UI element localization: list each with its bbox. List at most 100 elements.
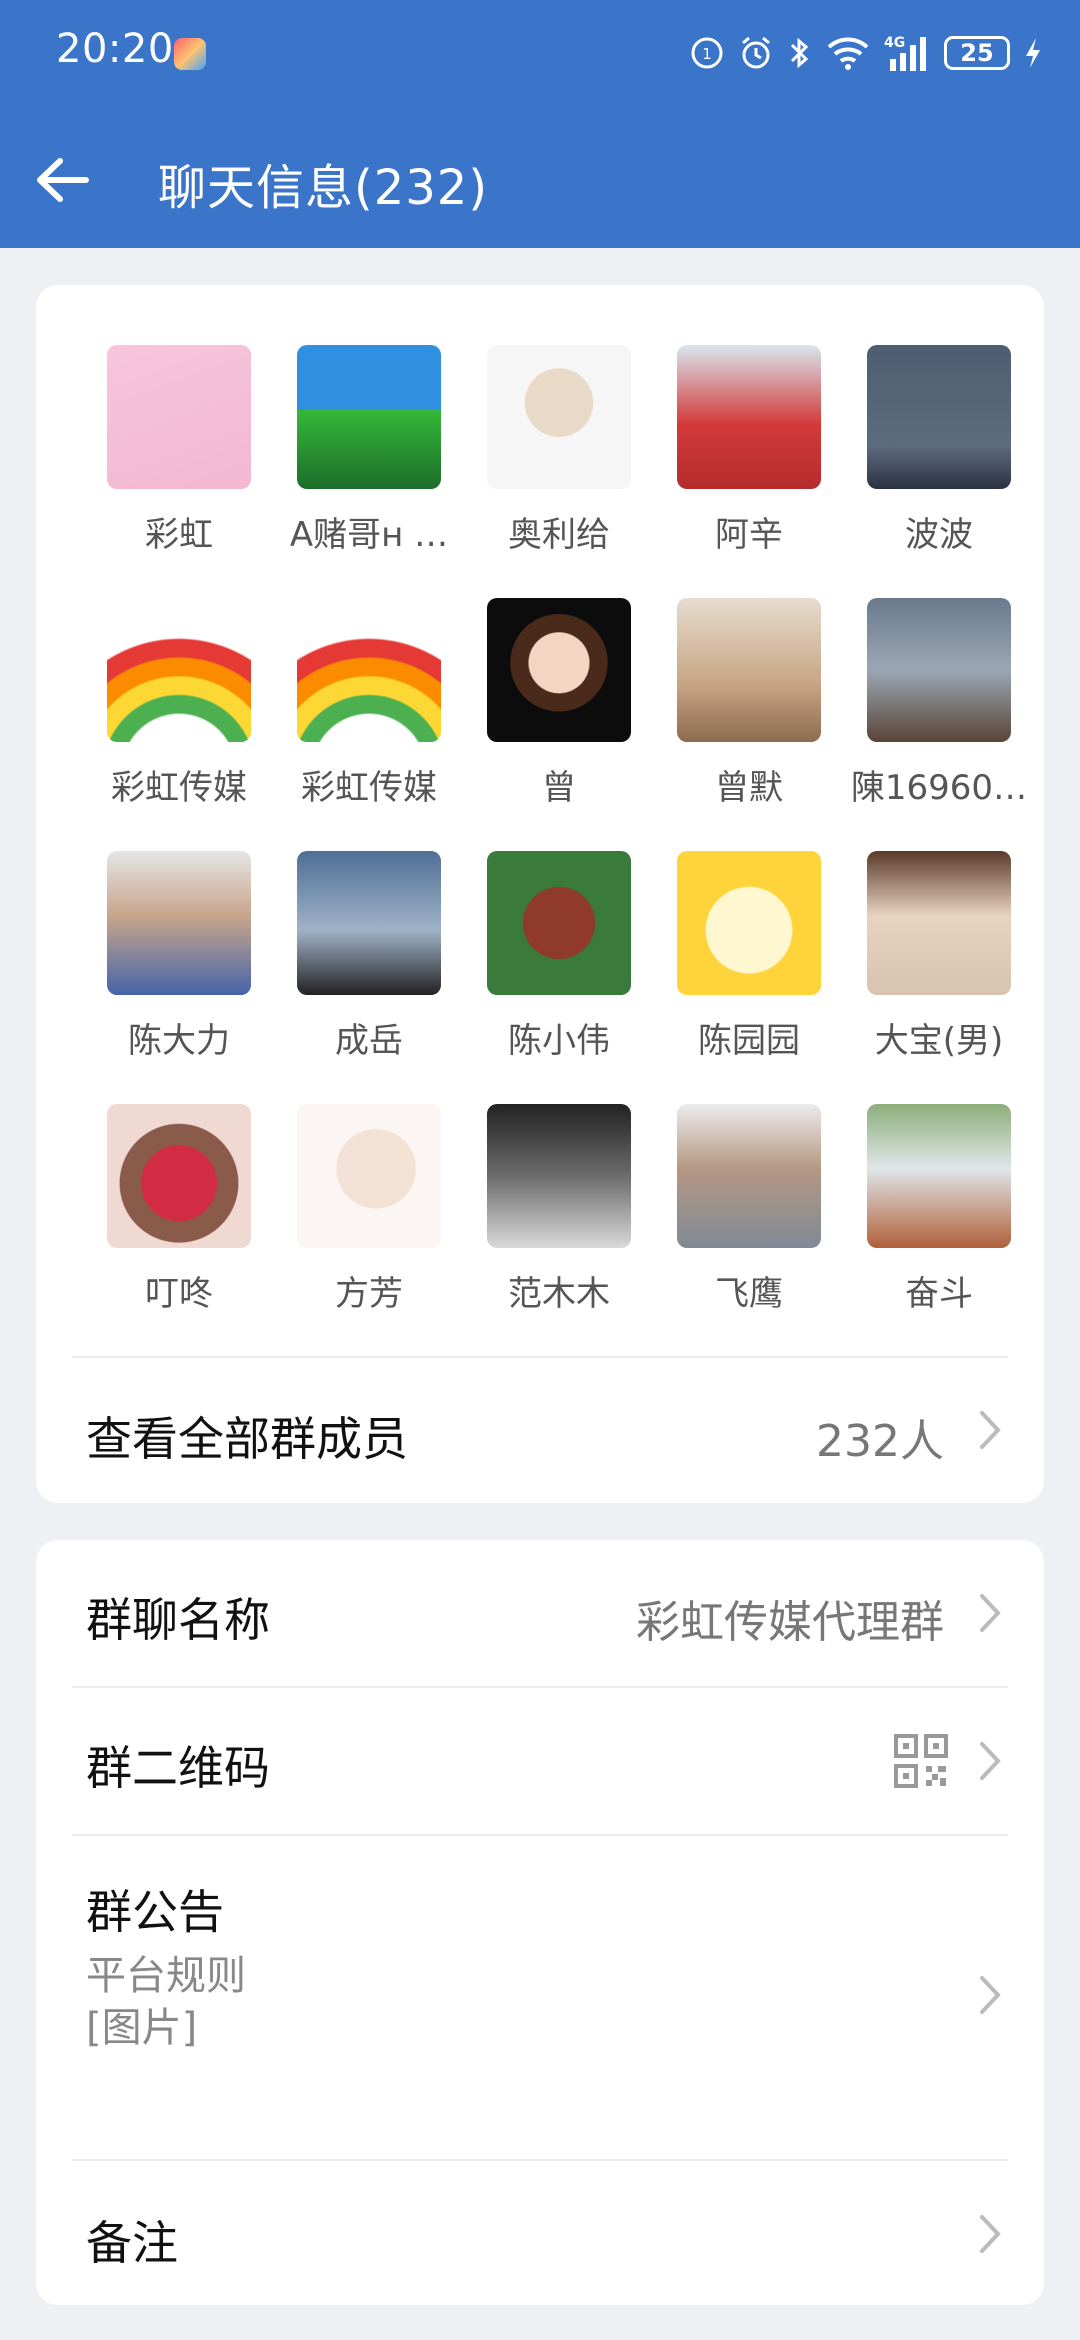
chevron-right-icon <box>980 1594 1001 1632</box>
notification-app-icon <box>174 38 206 70</box>
status-icons: 1 4G 25 <box>690 28 1042 78</box>
charging-icon <box>1024 36 1042 70</box>
member-avatar <box>297 345 441 489</box>
member-item[interactable]: 叮咚 <box>84 1104 274 1357</box>
wifi-icon <box>826 35 870 71</box>
member-avatar <box>677 598 821 742</box>
member-avatar <box>297 598 441 742</box>
member-count: 232人 <box>816 1416 944 1467</box>
member-name: 陳16960… <box>850 768 1028 808</box>
group-name-label: 群聊名称 <box>86 1593 270 1647</box>
member-avatar <box>107 1104 251 1248</box>
member-avatar <box>487 851 631 995</box>
group-notice-row[interactable]: 群公告 平台规则 [图片] <box>36 1836 1044 2156</box>
member-avatar <box>867 345 1011 489</box>
group-notice-label: 群公告 <box>86 1885 224 1939</box>
members-card: 彩虹 A赌哥н … 奥利给 阿辛 波波彩虹传媒 彩虹传媒 曾 曾默 陳16960… 陈大力 成岳 陈小… <box>36 285 1044 1503</box>
member-avatar <box>107 345 251 489</box>
remark-label: 备注 <box>86 2216 178 2270</box>
member-item[interactable]: 阿辛 <box>654 345 844 598</box>
member-avatar <box>677 851 821 995</box>
member-name: 奋斗 <box>905 1274 973 1314</box>
member-item[interactable]: 彩虹传媒 <box>274 598 464 851</box>
member-avatar <box>487 598 631 742</box>
member-avatar <box>677 1104 821 1248</box>
member-name: 曾默 <box>715 768 783 808</box>
arrow-left-icon <box>37 158 89 202</box>
page-title: 聊天信息(232) <box>158 160 489 216</box>
group-name-value: 彩虹传媒代理群 <box>636 1597 944 1648</box>
chevron-right-icon <box>980 1411 1001 1449</box>
member-item[interactable]: 大宝(男) <box>844 851 1034 1104</box>
member-item[interactable]: 波波 <box>844 345 1034 598</box>
member-name: 叮咚 <box>145 1274 213 1314</box>
member-avatar <box>677 345 821 489</box>
member-avatar <box>107 851 251 995</box>
member-name: 奥利给 <box>508 515 610 555</box>
chevron-right-icon <box>980 2215 1001 2253</box>
member-name: 飞鹰 <box>715 1274 783 1314</box>
member-avatar <box>867 598 1011 742</box>
view-all-members-row[interactable]: 查看全部群成员 232人 <box>36 1357 1044 1503</box>
qr-code-icon <box>894 1734 948 1788</box>
member-item[interactable]: 范木木 <box>464 1104 654 1357</box>
member-avatar <box>867 851 1011 995</box>
member-item[interactable]: 彩虹传媒 <box>84 598 274 851</box>
member-avatar <box>867 1104 1011 1248</box>
app-bar: 20:20 1 4G 25 聊天信息(232) <box>0 0 1080 248</box>
remark-row[interactable]: 备注 <box>36 2161 1044 2305</box>
member-item[interactable]: 奥利给 <box>464 345 654 598</box>
member-item[interactable]: 彩虹 <box>84 345 274 598</box>
member-item[interactable]: 方芳 <box>274 1104 464 1357</box>
bluetooth-icon <box>788 35 812 71</box>
member-name: 成岳 <box>335 1021 403 1061</box>
alarm-icon <box>738 35 774 71</box>
member-item[interactable]: 曾默 <box>654 598 844 851</box>
member-item[interactable]: 曾 <box>464 598 654 851</box>
battery-level: 25 <box>960 39 994 67</box>
member-avatar <box>297 1104 441 1248</box>
member-avatar <box>297 851 441 995</box>
member-name: 彩虹 <box>145 515 213 555</box>
nav-row: 聊天信息(232) <box>0 130 1080 230</box>
member-avatar <box>487 1104 631 1248</box>
chevron-right-icon <box>980 1976 1001 2014</box>
status-time: 20:20 <box>56 26 174 72</box>
member-name: 陈大力 <box>128 1021 230 1061</box>
group-qr-label: 群二维码 <box>86 1741 270 1795</box>
member-item[interactable]: 陈小伟 <box>464 851 654 1104</box>
member-item[interactable]: 飞鹰 <box>654 1104 844 1357</box>
member-item[interactable]: 陳16960… <box>844 598 1034 851</box>
member-item[interactable]: 奋斗 <box>844 1104 1034 1357</box>
view-all-label: 查看全部群成员 <box>86 1412 408 1466</box>
member-grid: 彩虹 A赌哥н … 奥利给 阿辛 波波彩虹传媒 彩虹传媒 曾 曾默 陳16960… 陈大力 成岳 陈小… <box>84 345 1034 1357</box>
member-name: 方芳 <box>335 1274 403 1314</box>
data-saver-icon: 1 <box>690 36 724 70</box>
member-name: 波波 <box>905 515 973 555</box>
member-name: 陈小伟 <box>508 1021 610 1061</box>
settings-card: 群聊名称 彩虹传媒代理群 群二维码 群公告 平台规则 [图片] 备注 <box>36 1540 1044 2305</box>
signal-icon: 4G <box>884 33 930 73</box>
member-item[interactable]: 陈园园 <box>654 851 844 1104</box>
member-name: 大宝(男) <box>874 1021 1004 1061</box>
notice-line-1: 平台规则 <box>86 1953 246 1999</box>
member-name: 阿辛 <box>715 515 783 555</box>
back-button[interactable] <box>30 150 102 210</box>
member-avatar <box>107 598 251 742</box>
status-bar: 20:20 1 4G 25 <box>0 0 1080 110</box>
member-name: 彩虹传媒 <box>111 768 247 808</box>
member-avatar <box>487 345 631 489</box>
member-name: 彩虹传媒 <box>301 768 437 808</box>
battery-icon: 25 <box>944 36 1010 70</box>
group-name-row[interactable]: 群聊名称 彩虹传媒代理群 <box>36 1540 1044 1686</box>
svg-text:4G: 4G <box>884 35 905 51</box>
member-name: 范木木 <box>508 1274 610 1314</box>
member-item[interactable]: 陈大力 <box>84 851 274 1104</box>
member-name: 陈园园 <box>698 1021 800 1061</box>
member-item[interactable]: A赌哥н … <box>274 345 464 598</box>
chevron-right-icon <box>980 1742 1001 1780</box>
group-qr-row[interactable]: 群二维码 <box>36 1688 1044 1834</box>
member-name: 曾 <box>542 768 576 808</box>
member-item[interactable]: 成岳 <box>274 851 464 1104</box>
svg-text:1: 1 <box>702 45 712 63</box>
